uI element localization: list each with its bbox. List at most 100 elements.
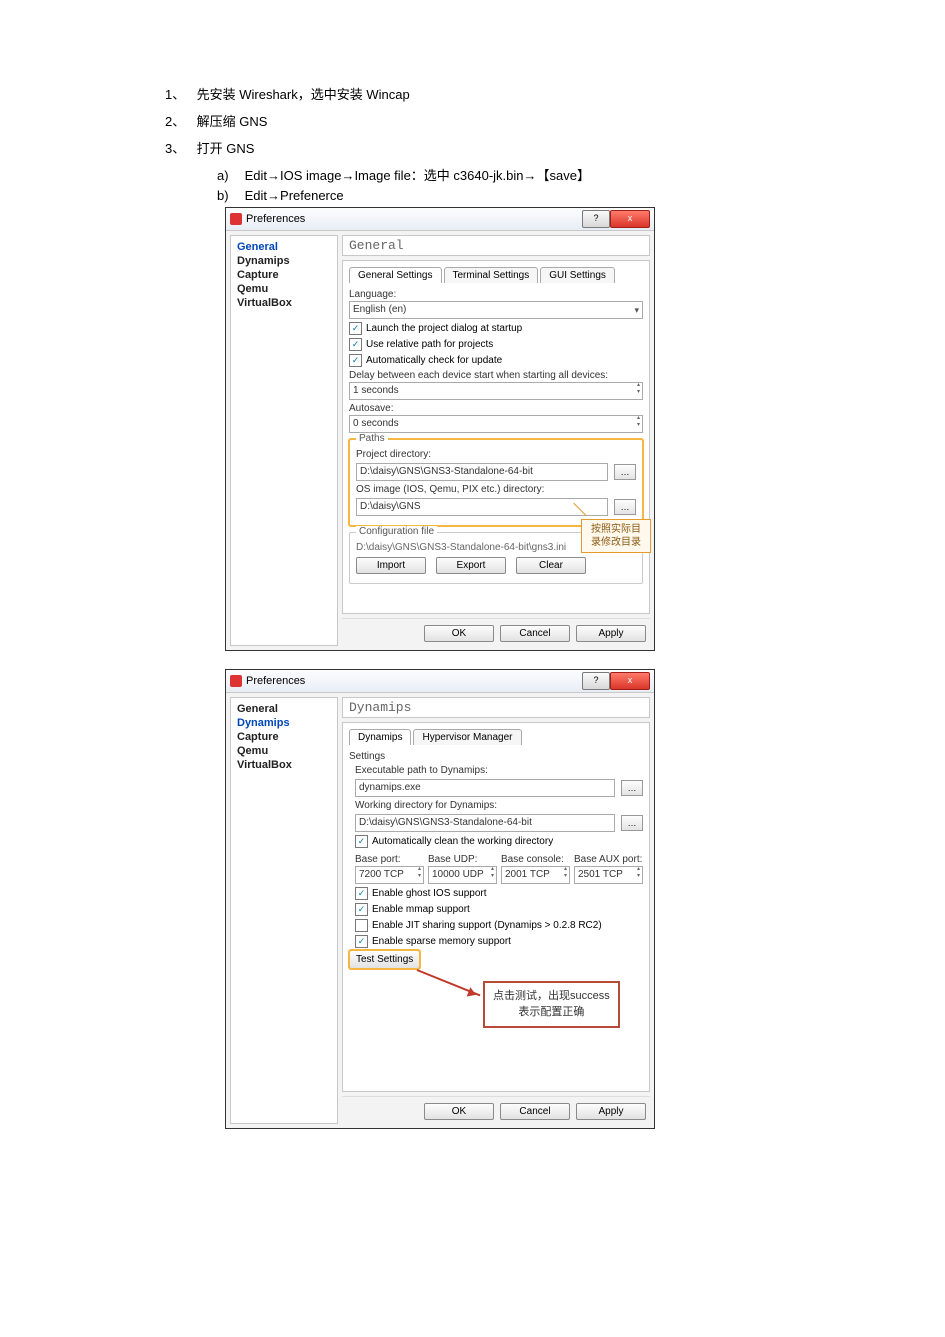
osimg-browse-button[interactable]: … [614,499,636,515]
step-1-num: 1、 [165,85,193,106]
exec-browse-button[interactable]: … [621,780,643,796]
sidebar-item-capture[interactable]: Capture [237,730,331,744]
sidebar-item-qemu[interactable]: Qemu [237,282,331,296]
ok-button[interactable]: OK [424,1103,494,1120]
settings-title: Settings [349,751,643,762]
check-icon [355,919,368,932]
step-2-text: 解压缩 GNS [197,114,268,129]
checkbox-relative-path[interactable]: ✓ Use relative path for projects [349,338,643,351]
sidebar-item-qemu[interactable]: Qemu [237,744,331,758]
step-3a: a) Edit→IOS image→Image file：选中 c3640-jk… [217,165,780,184]
window-title: Preferences [246,213,582,225]
step-3a-letter: a) [217,168,241,183]
cancel-button[interactable]: Cancel [500,1103,570,1120]
close-button[interactable]: x [610,210,650,228]
sidebar-item-general[interactable]: General [237,702,331,716]
checkbox-auto-clean-label: Automatically clean the working director… [372,836,553,847]
tab-hypervisor-manager[interactable]: Hypervisor Manager [413,729,521,745]
checkbox-ghost-label: Enable ghost IOS support [372,888,487,899]
app-icon [230,675,242,687]
window-title: Preferences [246,675,582,687]
help-button[interactable]: ? [582,672,610,690]
autosave-label: Autosave: [349,403,643,414]
apply-button[interactable]: Apply [576,1103,646,1120]
checkbox-mmap[interactable]: ✓ Enable mmap support [355,903,643,916]
checkbox-auto-update[interactable]: ✓ Automatically check for update [349,354,643,367]
panel-header: Dynamips [342,697,650,718]
workdir-browse-button[interactable]: … [621,815,643,831]
projdir-input[interactable]: D:\daisy\GNS\GNS3-Standalone-64-bit [356,463,608,481]
titlebar[interactable]: Preferences ? x [226,670,654,693]
workdir-input[interactable]: D:\daisy\GNS\GNS3-Standalone-64-bit [355,814,615,832]
settings-group: Settings Executable path to Dynamips: dy… [349,751,643,948]
tab-general-settings[interactable]: General Settings [349,267,442,283]
osimg-input[interactable]: D:\daisy\GNS [356,498,608,516]
check-icon: ✓ [355,935,368,948]
sidebar-item-general[interactable]: General [237,240,331,254]
test-annotation-text: 点击测试，出现success 表示配置正确 [493,990,610,1017]
base-udp-input[interactable]: 10000 UDP [428,866,497,884]
projdir-label: Project directory: [356,449,636,460]
base-port-input[interactable]: 7200 TCP [355,866,424,884]
step-3-num: 3、 [165,139,193,160]
language-select[interactable]: English (en) [349,301,643,319]
sidebar-item-capture[interactable]: Capture [237,268,331,282]
step-3b: b) Edit→Prefenerce [217,188,780,203]
exec-input[interactable]: dynamips.exe [355,779,615,797]
checkbox-auto-clean[interactable]: ✓ Automatically clean the working direct… [355,835,643,848]
ok-button[interactable]: OK [424,625,494,642]
osimg-label: OS image (IOS, Qemu, PIX etc.) directory… [356,484,636,495]
checkbox-relative-label: Use relative path for projects [366,339,493,350]
step-1: 1、 先安装 Wireshark，选中安装 Wincap [165,85,780,106]
delay-label: Delay between each device start when sta… [349,370,643,381]
base-console-label: Base console: [501,854,570,865]
dynamips-panel: Dynamips Hypervisor Manager Settings Exe… [342,722,650,1092]
step-3-text: 打开 GNS [197,141,255,156]
clear-button[interactable]: Clear [516,557,586,574]
check-icon: ✓ [349,354,362,367]
paths-title: Paths [356,433,388,444]
checkbox-launch-dialog[interactable]: ✓ Launch the project dialog at startup [349,322,643,335]
sidebar-item-virtualbox[interactable]: VirtualBox [237,758,331,772]
checkbox-jit[interactable]: Enable JIT sharing support (Dynamips > 0… [355,919,643,932]
step-2-num: 2、 [165,112,193,133]
check-icon: ✓ [355,903,368,916]
base-port-label: Base port: [355,854,424,865]
base-aux-input[interactable]: 2501 TCP [574,866,643,884]
export-button[interactable]: Export [436,557,506,574]
autosave-input[interactable]: 0 seconds [349,415,643,433]
tab-dynamips[interactable]: Dynamips [349,729,411,745]
test-settings-button[interactable]: Test Settings [349,950,420,969]
config-file-title: Configuration file [356,526,437,537]
apply-button[interactable]: Apply [576,625,646,642]
cancel-button[interactable]: Cancel [500,625,570,642]
annotation-arrow [417,969,481,996]
language-label: Language: [349,289,643,300]
base-udp-label: Base UDP: [428,854,497,865]
tab-terminal-settings[interactable]: Terminal Settings [444,267,539,283]
workdir-label: Working directory for Dynamips: [355,800,643,811]
preferences-window-general: Preferences ? x General Dynamips Capture… [225,207,655,651]
sidebar-item-dynamips[interactable]: Dynamips [237,716,331,730]
step-3a-text: Edit→IOS image→Image file：选中 c3640-jk.bi… [245,168,590,183]
checkbox-sparse[interactable]: ✓ Enable sparse memory support [355,935,643,948]
titlebar[interactable]: Preferences ? x [226,208,654,231]
help-button[interactable]: ? [582,210,610,228]
close-button[interactable]: x [610,672,650,690]
sidebar-item-virtualbox[interactable]: VirtualBox [237,296,331,310]
test-annotation: 点击测试，出现success 表示配置正确 [483,981,620,1028]
paths-callout-text: 按照实际目 录修改目录 [591,524,641,548]
step-3: 3、 打开 GNS [165,139,780,160]
paths-group: Paths Project directory: D:\daisy\GNS\GN… [349,439,643,526]
sidebar-item-dynamips[interactable]: Dynamips [237,254,331,268]
step-3b-text: Edit→Prefenerce [245,188,344,203]
import-button[interactable]: Import [356,557,426,574]
projdir-browse-button[interactable]: … [614,464,636,480]
exec-label: Executable path to Dynamips: [355,765,643,776]
base-console-input[interactable]: 2001 TCP [501,866,570,884]
checkbox-launch-label: Launch the project dialog at startup [366,323,522,334]
delay-input[interactable]: 1 seconds [349,382,643,400]
tab-gui-settings[interactable]: GUI Settings [540,267,615,283]
check-icon: ✓ [349,338,362,351]
checkbox-ghost-ios[interactable]: ✓ Enable ghost IOS support [355,887,643,900]
